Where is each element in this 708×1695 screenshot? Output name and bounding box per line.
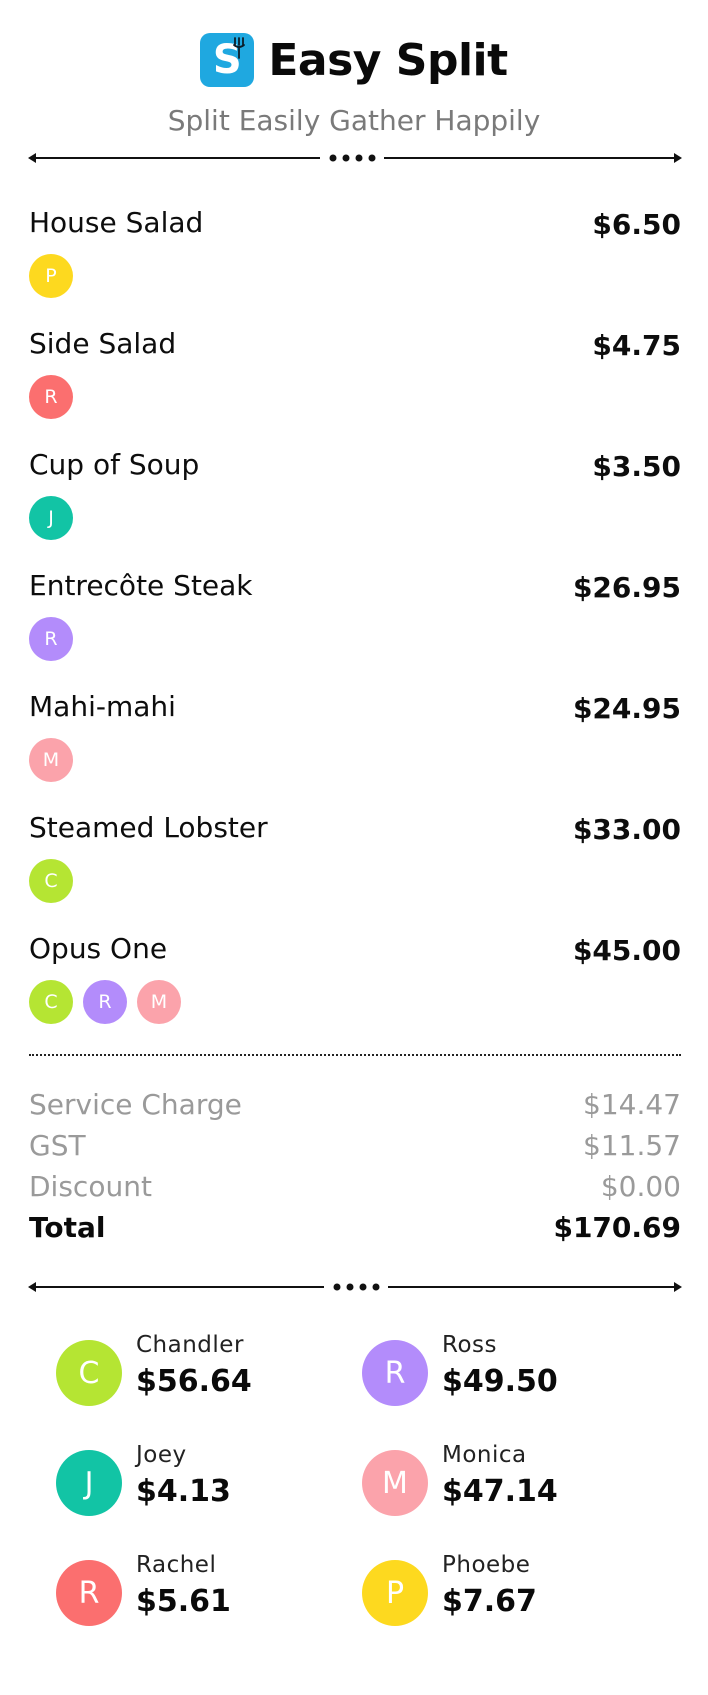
item-assignees: CRM xyxy=(29,980,181,1024)
gst-row: GST $11.57 xyxy=(29,1129,681,1170)
bill-item-row[interactable]: Steamed Lobster $33.00 C xyxy=(29,811,681,932)
discount-row: Discount $0.00 xyxy=(29,1170,681,1211)
person-avatar: R xyxy=(56,1560,122,1626)
item-name: Cup of Soup xyxy=(29,448,200,481)
item-price: $45.00 xyxy=(572,934,681,967)
person-name: Joey xyxy=(136,1442,187,1468)
item-assignees: J xyxy=(29,496,73,540)
service-charge-row: Service Charge $14.47 xyxy=(29,1088,681,1129)
item-price: $4.75 xyxy=(592,329,681,362)
item-name: Mahi-mahi xyxy=(29,690,176,723)
discount-label: Discount xyxy=(29,1170,152,1203)
assignee-avatar[interactable]: J xyxy=(29,496,73,540)
person-avatar: P xyxy=(362,1560,428,1626)
assignee-avatar[interactable]: C xyxy=(29,980,73,1024)
person-share-card[interactable]: J Joey $4.13 xyxy=(56,1442,356,1522)
bill-item-row[interactable]: Side Salad $4.75 R xyxy=(29,327,681,448)
tagline: Split Easily Gather Happily xyxy=(167,104,541,137)
item-name: Side Salad xyxy=(29,327,177,360)
person-amount: $5.61 xyxy=(136,1584,231,1619)
bill-item-row[interactable]: Entrecôte Steak $26.95 R xyxy=(29,569,681,690)
person-amount: $7.67 xyxy=(442,1584,537,1619)
item-price: $6.50 xyxy=(592,208,681,241)
person-name: Ross xyxy=(442,1332,497,1358)
total-label: Total xyxy=(29,1211,106,1244)
section-divider-bottom xyxy=(28,1280,682,1294)
section-divider-top xyxy=(28,151,682,165)
service-charge-value: $14.47 xyxy=(583,1088,681,1121)
gst-label: GST xyxy=(29,1129,86,1162)
person-amount: $56.64 xyxy=(136,1364,252,1399)
assignee-avatar[interactable]: M xyxy=(29,738,73,782)
person-avatar: M xyxy=(362,1450,428,1516)
item-name: Entrecôte Steak xyxy=(29,569,253,602)
fork-icon xyxy=(233,37,246,59)
app-title: Easy Split xyxy=(268,34,508,86)
bill-item-row[interactable]: Mahi-mahi $24.95 M xyxy=(29,690,681,811)
person-share-card[interactable]: R Rachel $5.61 xyxy=(56,1552,356,1632)
assignee-avatar[interactable]: C xyxy=(29,859,73,903)
person-avatar: J xyxy=(56,1450,122,1516)
app-logo: S xyxy=(200,33,255,87)
item-assignees: R xyxy=(29,375,73,419)
total-row: Total $170.69 xyxy=(29,1211,681,1252)
receipt-page: S Easy Split Split Easily Gather Happily… xyxy=(0,0,708,1695)
person-avatar: R xyxy=(362,1340,428,1406)
person-share-card[interactable]: R Ross $49.50 xyxy=(362,1332,662,1412)
item-name: Opus One xyxy=(29,932,168,965)
person-share-card[interactable]: C Chandler $56.64 xyxy=(56,1332,356,1412)
person-share-card[interactable]: P Phoebe $7.67 xyxy=(362,1552,662,1632)
assignee-avatar[interactable]: M xyxy=(137,980,181,1024)
bill-item-row[interactable]: Cup of Soup $3.50 J xyxy=(29,448,681,569)
person-name: Chandler xyxy=(136,1332,244,1358)
assignee-avatar[interactable]: R xyxy=(29,375,73,419)
item-name: House Salad xyxy=(29,206,204,239)
person-avatar: C xyxy=(56,1340,122,1406)
assignee-avatar[interactable]: R xyxy=(83,980,127,1024)
person-name: Phoebe xyxy=(442,1552,531,1578)
bill-item-row[interactable]: Opus One $45.00 C R M xyxy=(29,932,681,1053)
person-share-card[interactable]: M Monica $47.14 xyxy=(362,1442,662,1522)
person-amount: $49.50 xyxy=(442,1364,558,1399)
total-value: $170.69 xyxy=(553,1211,681,1244)
item-assignees: C xyxy=(29,859,73,903)
person-name: Monica xyxy=(442,1442,527,1468)
person-name: Rachel xyxy=(136,1552,217,1578)
item-assignees: P xyxy=(29,254,73,298)
service-charge-label: Service Charge xyxy=(29,1088,242,1121)
bill-summary: Service Charge $14.47 GST $11.57 Discoun… xyxy=(29,1088,681,1252)
gst-value: $11.57 xyxy=(583,1129,681,1162)
bill-item-row[interactable]: House Salad $6.50 P xyxy=(29,206,681,327)
assignee-avatar[interactable]: R xyxy=(29,617,73,661)
item-assignees: M xyxy=(29,738,73,782)
person-amount: $4.13 xyxy=(136,1474,231,1509)
item-list: House Salad $6.50 P Side Salad $4.75 R Cup of … xyxy=(29,206,681,1053)
item-name: Steamed Lobster xyxy=(29,811,268,844)
assignee-avatar[interactable]: P xyxy=(29,254,73,298)
item-price: $33.00 xyxy=(572,813,681,846)
item-price: $24.95 xyxy=(572,692,681,725)
item-assignees: R xyxy=(29,617,73,661)
item-price: $3.50 xyxy=(592,450,681,483)
discount-value: $0.00 xyxy=(600,1170,681,1203)
item-price: $26.95 xyxy=(572,571,681,604)
person-amount: $47.14 xyxy=(442,1474,558,1509)
dotted-divider xyxy=(29,1054,681,1056)
app-header: S Easy Split xyxy=(0,30,708,90)
